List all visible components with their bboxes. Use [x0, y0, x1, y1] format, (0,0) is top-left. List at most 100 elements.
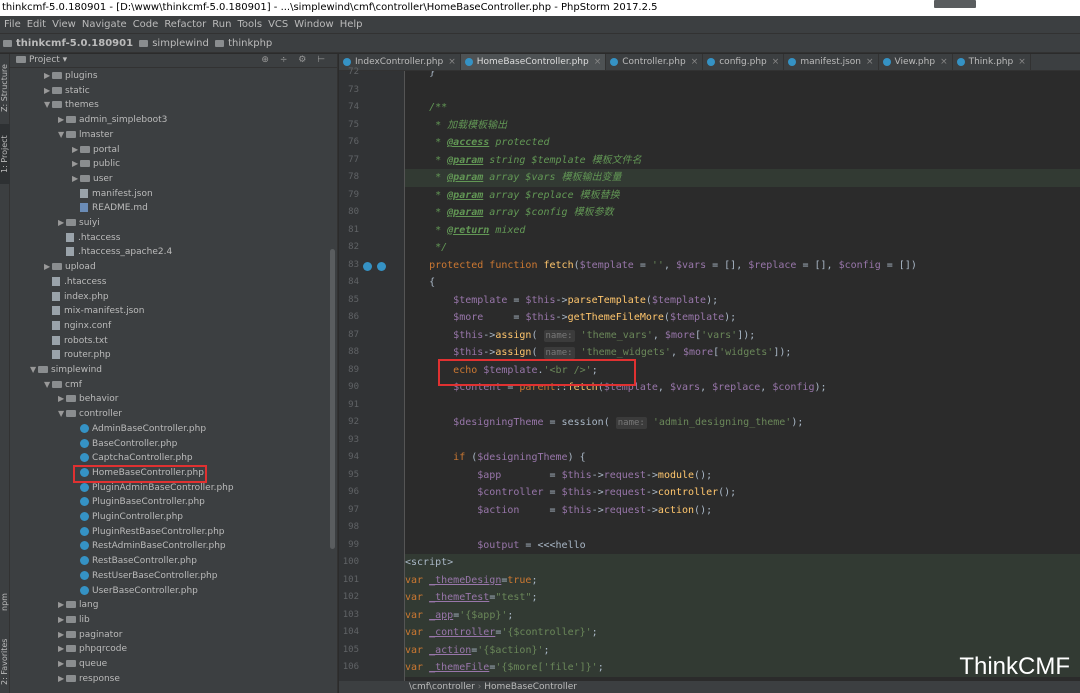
- code-line[interactable]: <script>: [405, 554, 1080, 572]
- tree-item[interactable]: ▶ paginator: [58, 628, 122, 643]
- close-tab-icon[interactable]: ×: [866, 57, 874, 67]
- collapsed-arrow-icon[interactable]: ▶: [58, 642, 66, 657]
- tree-item[interactable]: ▶ response: [58, 672, 120, 687]
- npm-tool-tab[interactable]: npm: [0, 588, 10, 616]
- code-line[interactable]: $template = $this->parseTemplate($templa…: [405, 292, 1080, 310]
- menu-refactor[interactable]: Refactor: [164, 16, 206, 33]
- tree-item[interactable]: PluginRestBaseController.php: [72, 525, 225, 540]
- expanded-arrow-icon[interactable]: ▼: [58, 128, 66, 143]
- code-editor[interactable]: } /** * 加载模板输出 * @access protected * @pa…: [405, 71, 1080, 681]
- tree-item[interactable]: manifest.json: [72, 187, 153, 202]
- tree-item[interactable]: nginx.conf: [44, 319, 111, 334]
- tree-item[interactable]: README.md: [72, 201, 148, 216]
- close-tab-icon[interactable]: ×: [1018, 57, 1026, 67]
- code-line[interactable]: */: [405, 239, 1080, 257]
- code-line[interactable]: /**: [405, 99, 1080, 117]
- code-line[interactable]: * @param array $config 模板参数: [405, 204, 1080, 222]
- menu-tools[interactable]: Tools: [237, 16, 262, 33]
- collapsed-arrow-icon[interactable]: ▶: [58, 628, 66, 643]
- menu-file[interactable]: File: [4, 16, 21, 33]
- editor-tab[interactable]: View.php ×: [879, 54, 953, 70]
- menu-vcs[interactable]: VCS: [268, 16, 288, 33]
- code-line[interactable]: [405, 82, 1080, 100]
- tree-item[interactable]: PluginAdminBaseController.php: [72, 481, 234, 496]
- code-line[interactable]: var _themeTest="test";: [405, 589, 1080, 607]
- tree-item[interactable]: ▼ lmaster: [58, 128, 113, 143]
- collapsed-arrow-icon[interactable]: ▶: [44, 260, 52, 275]
- tree-item[interactable]: RestBaseController.php: [72, 554, 197, 569]
- tree-item[interactable]: index.php: [44, 290, 109, 305]
- collapsed-arrow-icon[interactable]: ▶: [58, 613, 66, 628]
- tree-item[interactable]: router.php: [44, 348, 111, 363]
- editor-tab[interactable]: manifest.json ×: [784, 54, 879, 70]
- tree-item[interactable]: ▼ controller: [58, 407, 122, 422]
- project-tool-tab[interactable]: 1: Project: [0, 124, 10, 184]
- structure-tool-tab[interactable]: Z: Structure: [0, 58, 10, 118]
- collapsed-arrow-icon[interactable]: ▶: [44, 69, 52, 84]
- collapsed-arrow-icon[interactable]: ▶: [58, 598, 66, 613]
- collapsed-arrow-icon[interactable]: ▶: [72, 143, 80, 158]
- menu-window[interactable]: Window: [294, 16, 333, 33]
- code-line[interactable]: var _controller='{$controller}';: [405, 624, 1080, 642]
- tree-item[interactable]: RestUserBaseController.php: [72, 569, 217, 584]
- editor-tab[interactable]: Controller.php ×: [606, 54, 704, 70]
- code-line[interactable]: $content = parent::fetch($template, $var…: [405, 379, 1080, 397]
- collapsed-arrow-icon[interactable]: ▶: [58, 672, 66, 687]
- collapsed-arrow-icon[interactable]: ▶: [58, 113, 66, 128]
- tree-item[interactable]: PluginBaseController.php: [72, 495, 205, 510]
- tree-item[interactable]: .htaccess_apache2.4: [58, 245, 172, 260]
- menu-run[interactable]: Run: [212, 16, 231, 33]
- menu-navigate[interactable]: Navigate: [82, 16, 127, 33]
- tree-item[interactable]: ▶ plugins: [44, 69, 98, 84]
- code-line[interactable]: $more = $this->getThemeFileMore($templat…: [405, 309, 1080, 327]
- close-tab-icon[interactable]: ×: [772, 57, 780, 67]
- tree-item[interactable]: ▶ behavior: [58, 392, 119, 407]
- code-line[interactable]: $this->assign( name: 'theme_vars', $more…: [405, 327, 1080, 345]
- breadcrumb-simplewind[interactable]: simplewind: [139, 34, 209, 53]
- favorites-tool-tab[interactable]: 2: Favorites: [0, 632, 10, 692]
- code-line[interactable]: }: [405, 71, 1080, 82]
- tree-item[interactable]: ▶ public: [72, 157, 120, 172]
- tree-item[interactable]: .htaccess: [58, 231, 120, 246]
- tree-item[interactable]: AdminBaseController.php: [72, 422, 206, 437]
- code-line[interactable]: $this->assign( name: 'theme_widgets', $m…: [405, 344, 1080, 362]
- close-tab-icon[interactable]: ×: [448, 57, 456, 67]
- collapsed-arrow-icon[interactable]: ▶: [58, 392, 66, 407]
- expanded-arrow-icon[interactable]: ▼: [44, 378, 52, 393]
- code-line[interactable]: $app = $this->request->module();: [405, 467, 1080, 485]
- tree-item[interactable]: RestAdminBaseController.php: [72, 539, 226, 554]
- breadcrumb-thinkphp[interactable]: thinkphp: [215, 34, 272, 53]
- close-tab-icon[interactable]: ×: [594, 57, 602, 67]
- code-line[interactable]: var _themeDesign=true;: [405, 571, 1080, 589]
- tree-item[interactable]: ▶ suiyi: [58, 216, 100, 231]
- tree-item[interactable]: CaptchaController.php: [72, 451, 193, 466]
- tree-item[interactable]: robots.txt: [44, 334, 108, 349]
- code-line[interactable]: * @access protected: [405, 134, 1080, 152]
- tree-item[interactable]: mix-manifest.json: [44, 304, 145, 319]
- tree-item[interactable]: ▶ lib: [58, 613, 90, 628]
- code-line[interactable]: * @return mixed: [405, 222, 1080, 240]
- expanded-arrow-icon[interactable]: ▼: [30, 363, 38, 378]
- editor-tab[interactable]: HomeBaseController.php ×: [460, 54, 607, 70]
- code-line[interactable]: * @param array $replace 模板替换: [405, 187, 1080, 205]
- editor-tab[interactable]: config.php ×: [703, 54, 785, 70]
- editor-tab[interactable]: Think.php ×: [953, 54, 1031, 70]
- tree-item[interactable]: BaseController.php: [72, 437, 177, 452]
- code-line[interactable]: * @param array $vars 模板输出变量: [405, 169, 1080, 187]
- code-line[interactable]: $output = <<<hello: [405, 537, 1080, 555]
- tree-item[interactable]: ▶ static: [44, 84, 90, 99]
- tree-item[interactable]: ▶ admin_simpleboot3: [58, 113, 167, 128]
- code-line[interactable]: $controller = $this->request->controller…: [405, 484, 1080, 502]
- collapsed-arrow-icon[interactable]: ▶: [72, 172, 80, 187]
- tree-item[interactable]: ▶ lang: [58, 598, 98, 613]
- breadcrumb-namespace[interactable]: \cmf\controller: [409, 682, 475, 692]
- panel-toolbar-icons[interactable]: ⊕ ÷ ⚙ ⊢: [261, 54, 329, 67]
- implements-icon[interactable]: [377, 262, 386, 271]
- menu-view[interactable]: View: [52, 16, 76, 33]
- collapsed-arrow-icon[interactable]: ▶: [44, 84, 52, 99]
- collapsed-arrow-icon[interactable]: ▶: [58, 216, 66, 231]
- tree-item[interactable]: .htaccess: [44, 275, 106, 290]
- code-line[interactable]: {: [405, 274, 1080, 292]
- code-line[interactable]: * 加载模板输出: [405, 117, 1080, 135]
- tree-item[interactable]: PluginController.php: [72, 510, 183, 525]
